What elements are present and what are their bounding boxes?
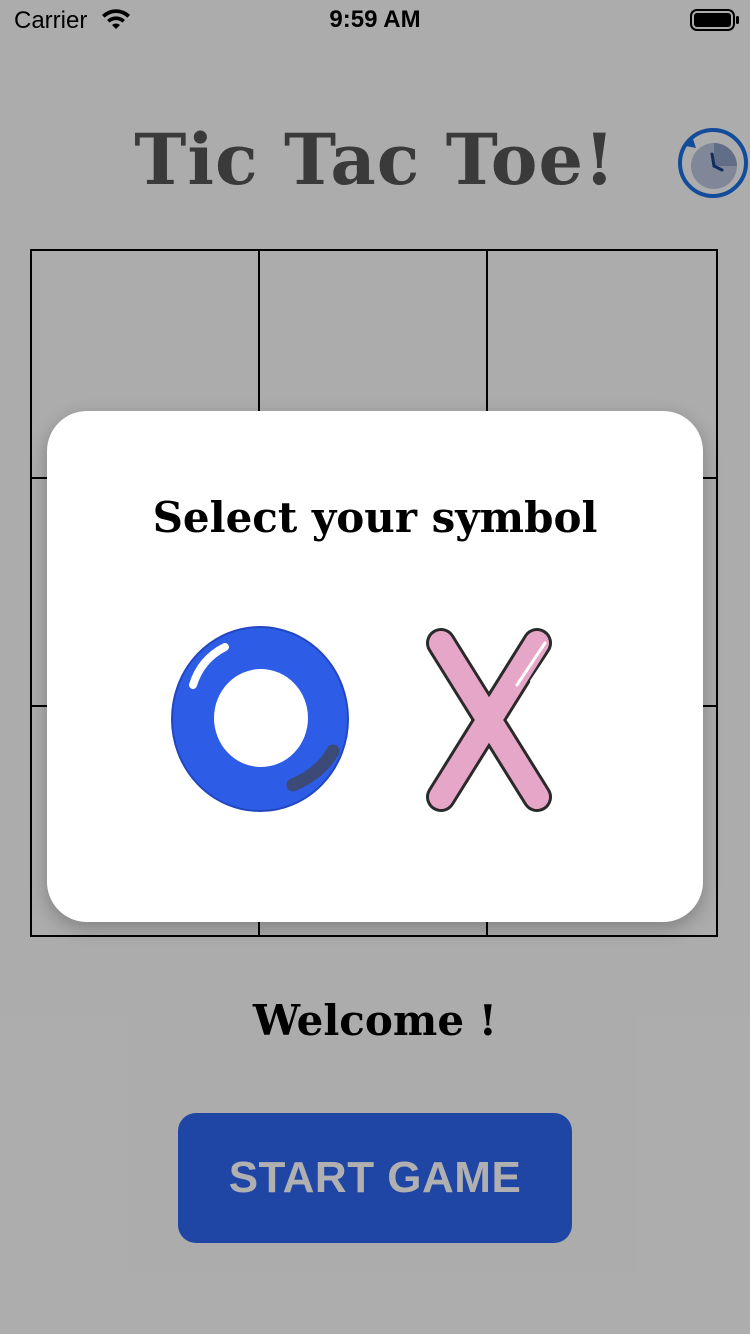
o-symbol-option[interactable] <box>165 623 357 815</box>
dialog-title: Select your symbol <box>152 493 598 542</box>
x-symbol-option[interactable] <box>419 623 559 817</box>
symbol-select-dialog: Select your symbol <box>47 411 703 922</box>
